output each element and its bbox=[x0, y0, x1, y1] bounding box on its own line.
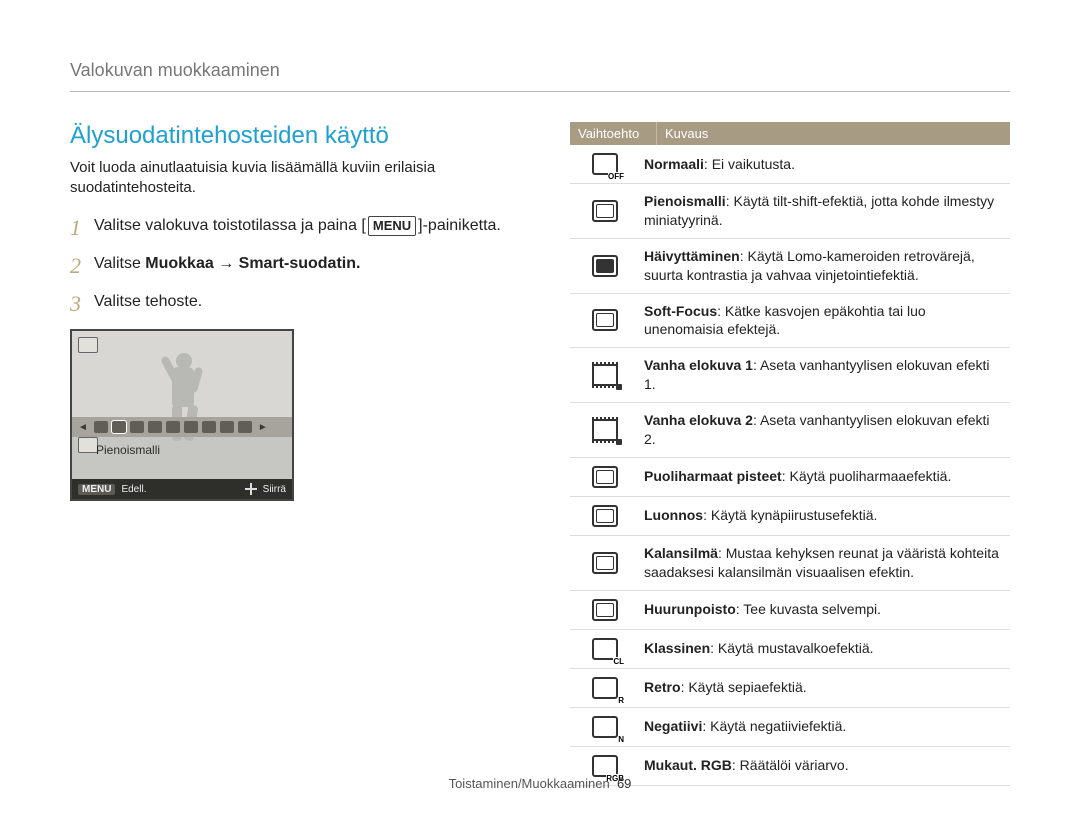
option-icon bbox=[570, 301, 640, 339]
option-label: Huurunpoisto bbox=[644, 601, 736, 617]
option-icon: CL bbox=[570, 630, 640, 668]
section-title: Älysuodatintehosteiden käyttö bbox=[70, 122, 510, 150]
table-row: OFFNormaali: Ei vaikutusta. bbox=[570, 145, 1010, 184]
option-text: : Käytä kynäpiirustusefektiä. bbox=[703, 507, 877, 523]
step-2-text-a: Valitse bbox=[94, 255, 145, 272]
option-description: Vanha elokuva 2: Aseta vanhantyylisen el… bbox=[640, 403, 1010, 457]
filmstrip-left-icon: ◄ bbox=[76, 422, 90, 433]
option-label: Negatiivi bbox=[644, 718, 702, 734]
option-label: Vanha elokuva 1 bbox=[644, 357, 753, 373]
option-description: Pienoismalli: Käytä tilt-shift-efektiä, … bbox=[640, 184, 1010, 238]
option-description: Normaali: Ei vaikutusta. bbox=[640, 147, 1010, 182]
option-text: : Räätälöi väriarvo. bbox=[732, 757, 849, 773]
option-text: : Käytä sepiaefektiä. bbox=[681, 679, 807, 695]
step-number: 1 bbox=[70, 215, 94, 241]
option-description: Retro: Käytä sepiaefektiä. bbox=[640, 670, 1010, 705]
option-icon bbox=[570, 192, 640, 230]
option-icon bbox=[570, 247, 640, 285]
breadcrumb: Valokuvan muokkaaminen bbox=[70, 60, 1010, 92]
option-label: Normaali bbox=[644, 156, 704, 172]
option-icon bbox=[570, 356, 640, 394]
option-label: Soft-Focus bbox=[644, 303, 717, 319]
option-icon bbox=[570, 544, 640, 582]
option-label: Kalansilmä bbox=[644, 545, 718, 561]
camera-preview: ◄ ► Pienoismalli MENU Edell. Siirrä bbox=[70, 329, 294, 501]
option-text: : Ei vaikutusta. bbox=[704, 156, 795, 172]
option-description: Luonnos: Käytä kynäpiirustusefektiä. bbox=[640, 498, 1010, 533]
option-label: Häivyttäminen bbox=[644, 248, 740, 264]
preview-top-icon bbox=[78, 337, 98, 353]
table-header-description: Kuvaus bbox=[657, 122, 1010, 145]
step-1-text-a: Valitse valokuva toistotilassa ja paina … bbox=[94, 217, 366, 234]
option-label: Puoliharmaat pisteet bbox=[644, 468, 782, 484]
step-number: 3 bbox=[70, 291, 94, 317]
option-description: Häivyttäminen: Käytä Lomo-kameroiden ret… bbox=[640, 239, 1010, 293]
step-3: 3 Valitse tehoste. bbox=[70, 291, 510, 317]
table-header-option: Vaihtoehto bbox=[570, 122, 657, 145]
option-description: Vanha elokuva 1: Aseta vanhantyylisen el… bbox=[640, 348, 1010, 402]
option-label: Pienoismalli bbox=[644, 193, 726, 209]
option-description: Puoliharmaat pisteet: Käytä puoliharmaae… bbox=[640, 459, 1010, 494]
preview-filmstrip: ◄ ► bbox=[72, 417, 292, 437]
option-icon: OFF bbox=[570, 145, 640, 183]
option-label: Vanha elokuva 2 bbox=[644, 412, 753, 428]
option-description: Soft-Focus: Kätke kasvojen epäkohtia tai… bbox=[640, 294, 1010, 348]
table-row: Kalansilmä: Mustaa kehyksen reunat ja vä… bbox=[570, 536, 1010, 591]
table-row: Häivyttäminen: Käytä Lomo-kameroiden ret… bbox=[570, 239, 1010, 294]
table-row: CLKlassinen: Käytä mustavalkoefektiä. bbox=[570, 630, 1010, 669]
option-icon: R bbox=[570, 669, 640, 707]
step-1: 1 Valitse valokuva toistotilassa ja pain… bbox=[70, 215, 510, 241]
table-row: Vanha elokuva 2: Aseta vanhantyylisen el… bbox=[570, 403, 1010, 458]
table-row: Puoliharmaat pisteet: Käytä puoliharmaae… bbox=[570, 458, 1010, 497]
filmstrip-right-icon: ► bbox=[256, 422, 270, 433]
option-icon: N bbox=[570, 708, 640, 746]
options-table: Vaihtoehto Kuvaus OFFNormaali: Ei vaikut… bbox=[570, 122, 1010, 786]
table-row: Vanha elokuva 1: Aseta vanhantyylisen el… bbox=[570, 348, 1010, 403]
option-label: Retro bbox=[644, 679, 681, 695]
table-row: Pienoismalli: Käytä tilt-shift-efektiä, … bbox=[570, 184, 1010, 239]
footer-section: Toistaminen/Muokkaaminen bbox=[449, 776, 610, 791]
footer-page-number: 69 bbox=[617, 776, 631, 791]
option-icon bbox=[570, 411, 640, 449]
status-menu-label: MENU bbox=[78, 484, 115, 495]
option-text: : Käytä puoliharmaaefektiä. bbox=[782, 468, 952, 484]
option-text: : Käytä mustavalkoefektiä. bbox=[710, 640, 873, 656]
option-description: Kalansilmä: Mustaa kehyksen reunat ja vä… bbox=[640, 536, 1010, 590]
option-description: Negatiivi: Käytä negatiiviefektiä. bbox=[640, 709, 1010, 744]
option-description: Huurunpoisto: Tee kuvasta selvempi. bbox=[640, 592, 1010, 627]
step-3-text: Valitse tehoste. bbox=[94, 291, 510, 313]
step-1-text-b: ]-painiketta. bbox=[418, 217, 501, 234]
option-description: Klassinen: Käytä mustavalkoefektiä. bbox=[640, 631, 1010, 666]
option-label: Mukaut. RGB bbox=[644, 757, 732, 773]
preview-bottom-icon bbox=[78, 437, 98, 453]
option-icon bbox=[570, 497, 640, 535]
table-row: RRetro: Käytä sepiaefektiä. bbox=[570, 669, 1010, 708]
step-2: 2 Valitse Muokkaa → Smart-suodatin. bbox=[70, 253, 510, 279]
option-icon bbox=[570, 458, 640, 496]
option-label: Luonnos bbox=[644, 507, 703, 523]
option-icon bbox=[570, 591, 640, 629]
menu-button-label: MENU bbox=[368, 216, 416, 236]
option-label: Klassinen bbox=[644, 640, 710, 656]
step-number: 2 bbox=[70, 253, 94, 279]
intro-text: Voit luoda ainutlaatuisia kuvia lisäämäl… bbox=[70, 158, 510, 197]
table-row: Huurunpoisto: Tee kuvasta selvempi. bbox=[570, 591, 1010, 630]
steps-list: 1 Valitse valokuva toistotilassa ja pain… bbox=[70, 215, 510, 317]
step-2-text-b: Muokkaa → Smart-suodatin. bbox=[145, 255, 360, 272]
option-text: : Tee kuvasta selvempi. bbox=[736, 601, 881, 617]
status-move-label: Siirrä bbox=[263, 484, 286, 495]
table-row: Soft-Focus: Kätke kasvojen epäkohtia tai… bbox=[570, 294, 1010, 349]
nav-cross-icon bbox=[245, 483, 257, 495]
page-footer: Toistaminen/Muokkaaminen 69 bbox=[0, 776, 1080, 791]
status-back-label: Edell. bbox=[121, 484, 146, 495]
option-text: : Käytä negatiiviefektiä. bbox=[702, 718, 846, 734]
preview-status-bar: MENU Edell. Siirrä bbox=[72, 479, 292, 499]
table-row: NNegatiivi: Käytä negatiiviefektiä. bbox=[570, 708, 1010, 747]
table-row: Luonnos: Käytä kynäpiirustusefektiä. bbox=[570, 497, 1010, 536]
preview-selected-label: Pienoismalli bbox=[96, 443, 160, 457]
